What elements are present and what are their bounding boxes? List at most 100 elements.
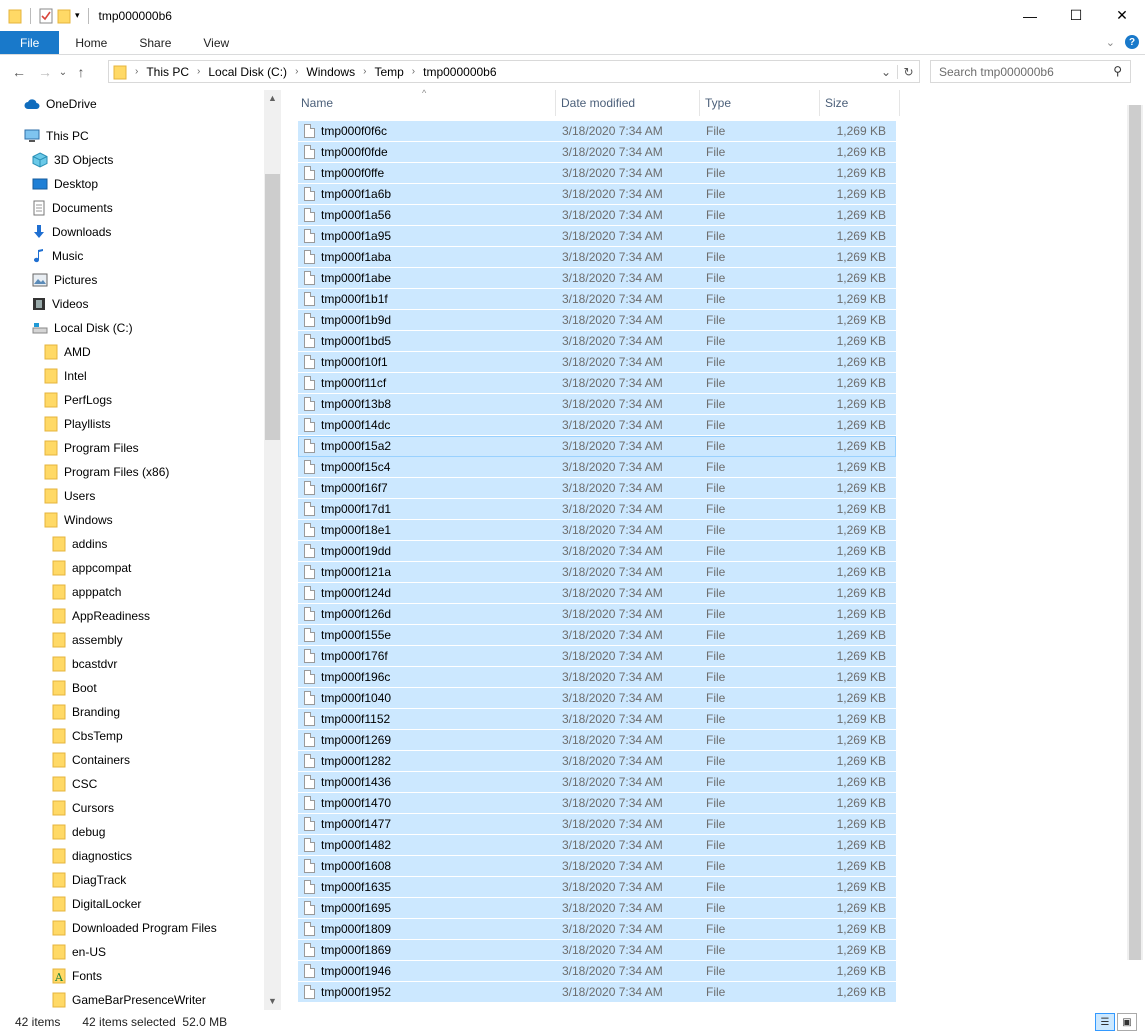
new-folder-icon[interactable] — [57, 8, 71, 24]
nav-item-pictures[interactable]: Pictures — [32, 268, 97, 292]
tab-home[interactable]: Home — [59, 31, 123, 54]
file-row[interactable]: tmp000f10f1 3/18/2020 7:34 AM File 1,269 KB — [298, 352, 896, 373]
file-row[interactable]: tmp000f1608 3/18/2020 7:34 AM File 1,269 KB — [298, 856, 896, 877]
expand-ribbon-icon[interactable]: ⌄ — [1106, 36, 1115, 49]
file-row[interactable]: tmp000f1482 3/18/2020 7:34 AM File 1,269 KB — [298, 835, 896, 856]
nav-item-music[interactable]: Music — [32, 244, 83, 268]
nav-item-boot[interactable]: Boot — [52, 676, 97, 700]
file-row[interactable]: tmp000f1946 3/18/2020 7:34 AM File 1,269 KB — [298, 961, 896, 982]
nav-item-diagnostics[interactable]: diagnostics — [52, 844, 132, 868]
nav-item-containers[interactable]: Containers — [52, 748, 130, 772]
search-input[interactable]: Search tmp000000b6 ⚲ — [930, 60, 1131, 83]
crumb-temp[interactable]: Temp — [374, 65, 403, 79]
nav-item-digitallocker[interactable]: DigitalLocker — [52, 892, 141, 916]
file-row[interactable]: tmp000f176f 3/18/2020 7:34 AM File 1,269 KB — [298, 646, 896, 667]
file-row[interactable]: tmp000f1436 3/18/2020 7:34 AM File 1,269 KB — [298, 772, 896, 793]
file-row[interactable]: tmp000f1a6b 3/18/2020 7:34 AM File 1,269 KB — [298, 184, 896, 205]
back-button[interactable]: ← — [8, 64, 30, 80]
minimize-button[interactable]: — — [1007, 0, 1053, 31]
address-bar[interactable]: › This PC › Local Disk (C:) › Windows › … — [108, 60, 920, 83]
file-row[interactable]: tmp000f16f7 3/18/2020 7:34 AM File 1,269 KB — [298, 478, 896, 499]
nav-item-intel[interactable]: Intel — [44, 364, 87, 388]
column-header-name[interactable]: Name ^ — [296, 88, 556, 116]
details-view-button[interactable]: ☰ — [1095, 1013, 1115, 1031]
chevron-right-icon[interactable]: › — [197, 66, 200, 77]
nav-item-appcompat[interactable]: appcompat — [52, 556, 131, 580]
nav-item-downloads[interactable]: Downloads — [32, 220, 111, 244]
close-button[interactable]: ✕ — [1099, 0, 1145, 31]
file-row[interactable]: tmp000f1a95 3/18/2020 7:34 AM File 1,269 KB — [298, 226, 896, 247]
crumb-current[interactable]: tmp000000b6 — [423, 65, 496, 79]
file-row[interactable]: tmp000f1477 3/18/2020 7:34 AM File 1,269 KB — [298, 814, 896, 835]
file-row[interactable]: tmp000f17d1 3/18/2020 7:34 AM File 1,269 KB — [298, 499, 896, 520]
file-row[interactable]: tmp000f1470 3/18/2020 7:34 AM File 1,269 KB — [298, 793, 896, 814]
customize-toolbar-icon[interactable]: ▾ — [75, 10, 80, 21]
file-list-scrollbar[interactable] — [1127, 105, 1143, 960]
tab-share[interactable]: Share — [123, 31, 187, 54]
nav-item-cursors[interactable]: Cursors — [52, 796, 114, 820]
nav-item-debug[interactable]: debug — [52, 820, 105, 844]
file-row[interactable]: tmp000f13b8 3/18/2020 7:34 AM File 1,269 KB — [298, 394, 896, 415]
nav-item-onedrive[interactable]: OneDrive — [24, 92, 97, 116]
file-row[interactable]: tmp000f15c4 3/18/2020 7:34 AM File 1,269 KB — [298, 457, 896, 478]
column-header-date[interactable]: Date modified — [556, 90, 700, 116]
recent-locations-button[interactable]: ⌄ — [56, 67, 70, 78]
chevron-right-icon[interactable]: › — [295, 66, 298, 77]
file-row[interactable]: tmp000f1952 3/18/2020 7:34 AM File 1,269 KB — [298, 982, 896, 1003]
file-row[interactable]: tmp000f1269 3/18/2020 7:34 AM File 1,269 KB — [298, 730, 896, 751]
nav-item-branding[interactable]: Branding — [52, 700, 120, 724]
nav-item-fonts[interactable]: A Fonts — [52, 964, 102, 988]
nav-item-gamebarpresencewriter[interactable]: GameBarPresenceWriter — [52, 988, 206, 1010]
nav-item-program-files-x86[interactable]: Program Files (x86) — [44, 460, 169, 484]
file-row[interactable]: tmp000f1aba 3/18/2020 7:34 AM File 1,269 KB — [298, 247, 896, 268]
file-row[interactable]: tmp000f1695 3/18/2020 7:34 AM File 1,269 KB — [298, 898, 896, 919]
nav-item-csc[interactable]: CSC — [52, 772, 97, 796]
file-row[interactable]: tmp000f126d 3/18/2020 7:34 AM File 1,269 KB — [298, 604, 896, 625]
file-row[interactable]: tmp000f155e 3/18/2020 7:34 AM File 1,269 KB — [298, 625, 896, 646]
nav-item-documents[interactable]: Documents — [32, 196, 113, 220]
maximize-button[interactable]: ☐ — [1053, 0, 1099, 31]
nav-item-videos[interactable]: Videos — [32, 292, 88, 316]
nav-item-playllists[interactable]: Playllists — [44, 412, 111, 436]
crumb-local-disk[interactable]: Local Disk (C:) — [208, 65, 287, 79]
nav-item-desktop[interactable]: Desktop — [32, 172, 98, 196]
file-row[interactable]: tmp000f196c 3/18/2020 7:34 AM File 1,269 KB — [298, 667, 896, 688]
file-row[interactable]: tmp000f1809 3/18/2020 7:34 AM File 1,269 KB — [298, 919, 896, 940]
properties-icon[interactable] — [39, 8, 53, 24]
nav-item-diagtrack[interactable]: DiagTrack — [52, 868, 126, 892]
nav-item-en-us[interactable]: en-US — [52, 940, 106, 964]
nav-item-appreadiness[interactable]: AppReadiness — [52, 604, 150, 628]
nav-item-bcastdvr[interactable]: bcastdvr — [52, 652, 117, 676]
file-row[interactable]: tmp000f124d 3/18/2020 7:34 AM File 1,269 KB — [298, 583, 896, 604]
nav-item-apppatch[interactable]: apppatch — [52, 580, 121, 604]
nav-item-assembly[interactable]: assembly — [52, 628, 123, 652]
file-row[interactable]: tmp000f19dd 3/18/2020 7:34 AM File 1,269 KB — [298, 541, 896, 562]
nav-item-program-files[interactable]: Program Files — [44, 436, 139, 460]
column-header-size[interactable]: Size — [820, 90, 900, 116]
nav-item-downloaded-program-files[interactable]: Downloaded Program Files — [52, 916, 217, 940]
nav-item-windows[interactable]: Windows — [44, 508, 113, 532]
file-row[interactable]: tmp000f0f6c 3/18/2020 7:34 AM File 1,269 KB — [298, 121, 896, 142]
column-header-type[interactable]: Type — [700, 90, 820, 116]
file-row[interactable]: tmp000f1b9d 3/18/2020 7:34 AM File 1,269 KB — [298, 310, 896, 331]
nav-item-perflogs[interactable]: PerfLogs — [44, 388, 112, 412]
nav-scrollbar[interactable]: ▲ ▼ — [264, 90, 281, 1010]
file-row[interactable]: tmp000f14dc 3/18/2020 7:34 AM File 1,269 KB — [298, 415, 896, 436]
address-dropdown-icon[interactable]: ⌄ — [875, 65, 897, 79]
help-icon[interactable]: ? — [1125, 35, 1139, 49]
file-row[interactable]: tmp000f1040 3/18/2020 7:34 AM File 1,269 KB — [298, 688, 896, 709]
file-row[interactable]: tmp000f1bd5 3/18/2020 7:34 AM File 1,269 KB — [298, 331, 896, 352]
file-row[interactable]: tmp000f0fde 3/18/2020 7:34 AM File 1,269 KB — [298, 142, 896, 163]
file-row[interactable]: tmp000f1869 3/18/2020 7:34 AM File 1,269 KB — [298, 940, 896, 961]
file-row[interactable]: tmp000f11cf 3/18/2020 7:34 AM File 1,269 KB — [298, 373, 896, 394]
file-row[interactable]: tmp000f1152 3/18/2020 7:34 AM File 1,269 KB — [298, 709, 896, 730]
crumb-this-pc[interactable]: This PC — [146, 65, 189, 79]
nav-item-users[interactable]: Users — [44, 484, 95, 508]
up-button[interactable]: ↑ — [70, 64, 92, 80]
scroll-up-icon[interactable]: ▲ — [264, 90, 281, 107]
nav-item-addins[interactable]: addins — [52, 532, 107, 556]
file-row[interactable]: tmp000f1b1f 3/18/2020 7:34 AM File 1,269 KB — [298, 289, 896, 310]
nav-item-3d-objects[interactable]: 3D Objects — [32, 148, 113, 172]
nav-scrollbar-thumb[interactable] — [265, 174, 280, 440]
file-row[interactable]: tmp000f0ffe 3/18/2020 7:34 AM File 1,269 KB — [298, 163, 896, 184]
